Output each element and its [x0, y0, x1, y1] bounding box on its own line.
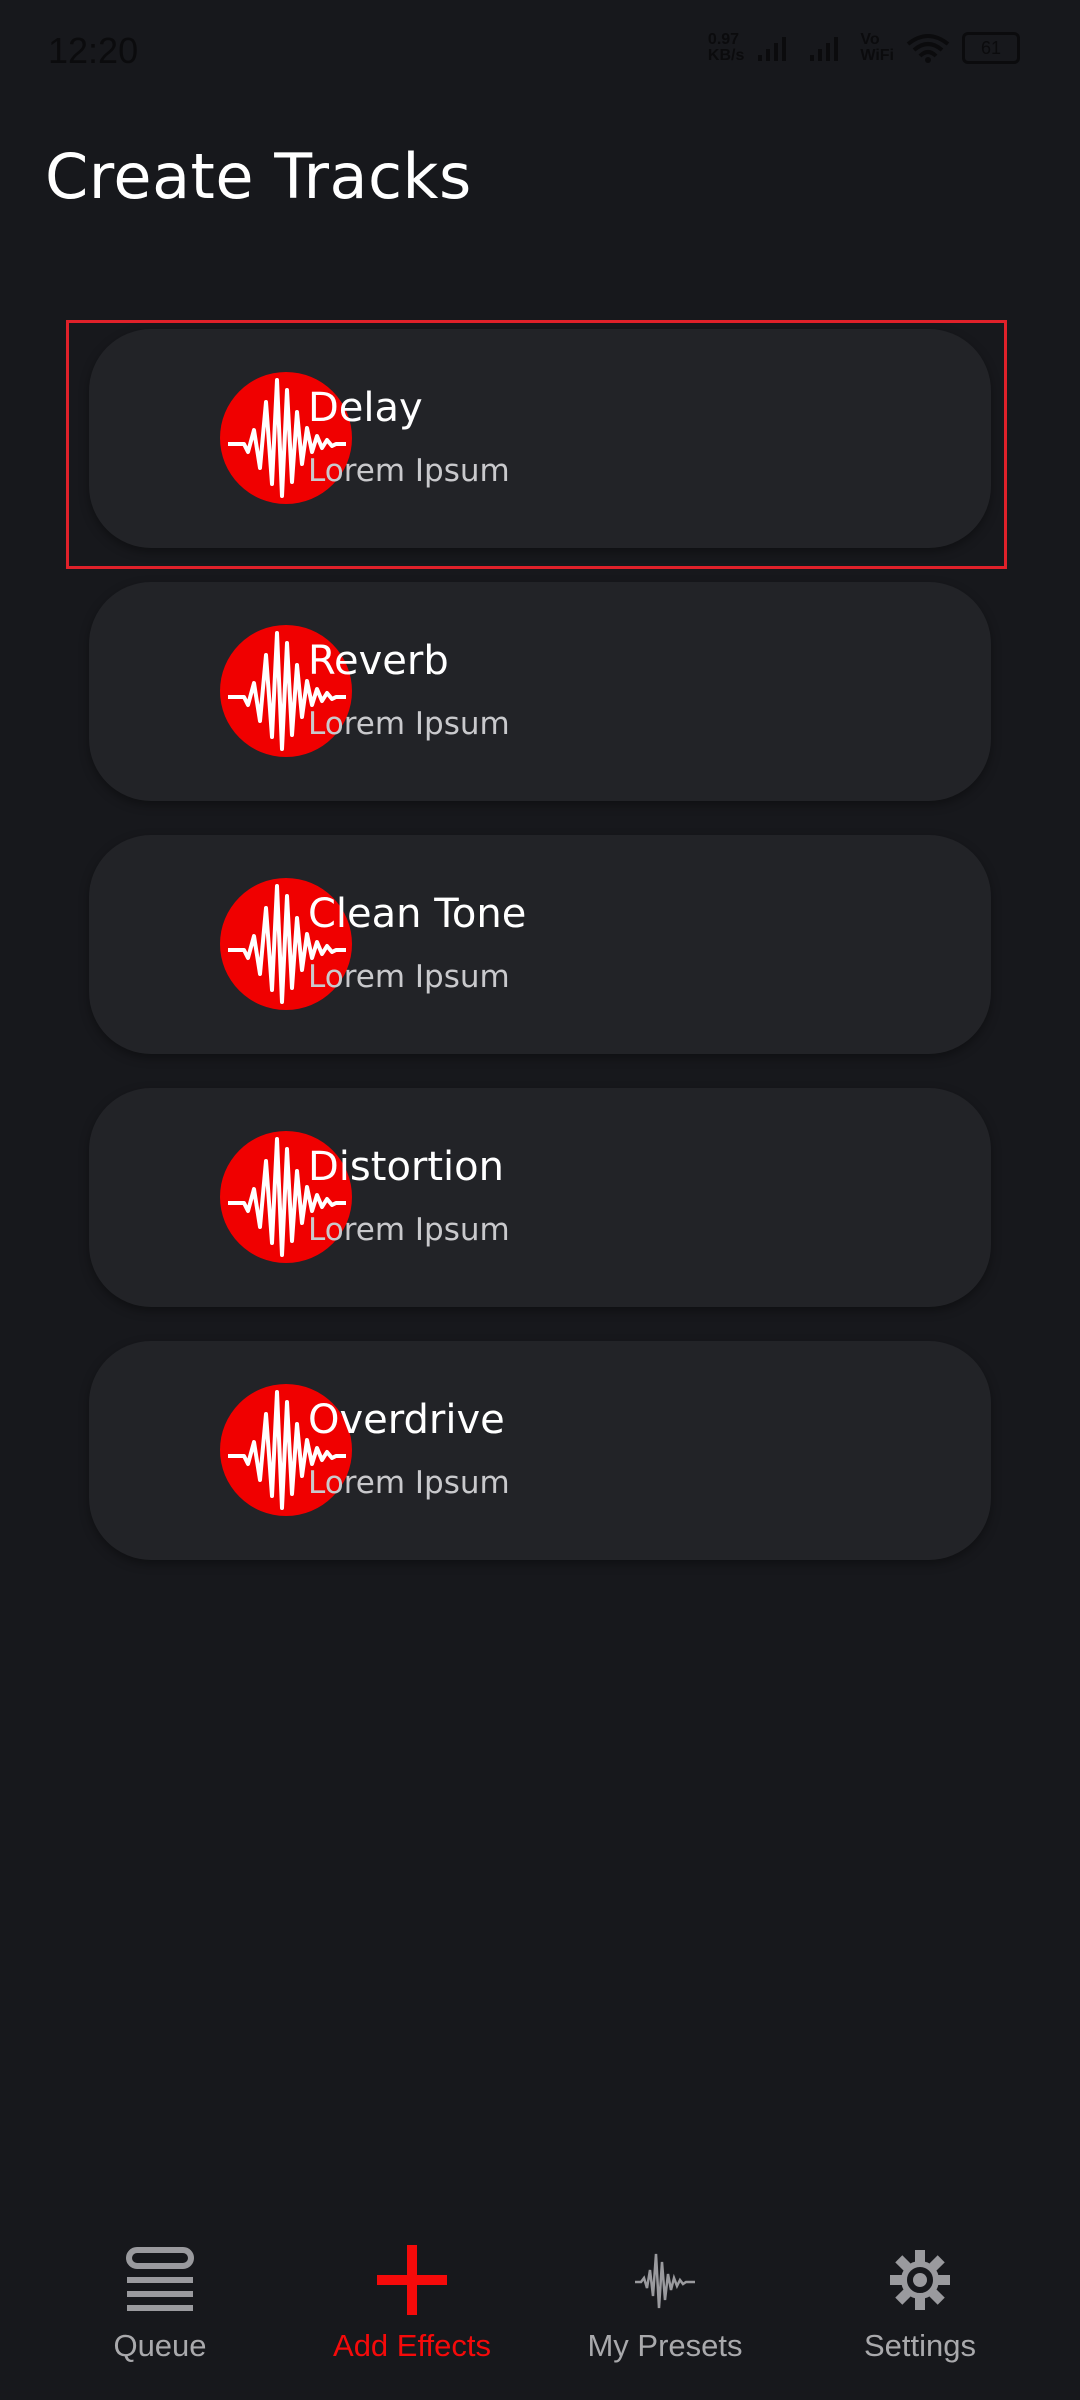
net-speed-unit: KB/s — [707, 47, 745, 64]
effect-name: Reverb — [308, 638, 449, 684]
status-time: 12:20 — [48, 30, 139, 71]
vowifi-top: Vo — [860, 31, 880, 48]
nav-settings[interactable]: Settings — [800, 2240, 1040, 2364]
nav-label: Settings — [863, 2328, 976, 2363]
nav-add-effects[interactable]: Add Effects — [292, 2240, 532, 2364]
nav-label: Add Effects — [333, 2328, 491, 2363]
signal-icon — [758, 37, 787, 61]
effect-card-delay[interactable]: Delay Lorem Ipsum — [89, 329, 991, 548]
nav-label: Queue — [113, 2328, 207, 2363]
effect-subtitle: Lorem Ipsum — [308, 1212, 510, 1248]
waveform-icon — [635, 2253, 695, 2309]
effect-card-clean-tone[interactable]: Clean Tone Lorem Ipsum — [89, 835, 991, 1054]
net-speed: 0.97 KB/s — [708, 32, 744, 64]
bottom-nav: Queue Add Effects My Presets Settings — [0, 2240, 1080, 2400]
nav-my-presets[interactable]: My Presets — [545, 2240, 785, 2364]
effect-name: Delay — [308, 385, 423, 431]
wifi-icon — [906, 34, 950, 63]
gear-icon — [890, 2250, 950, 2310]
effect-subtitle: Lorem Ipsum — [308, 1465, 510, 1501]
status-icons: 0.97 KB/s Vo WiFi 61 — [708, 32, 1020, 64]
effect-subtitle: Lorem Ipsum — [308, 453, 510, 489]
effect-name: Overdrive — [308, 1397, 505, 1443]
nav-label: My Presets — [587, 2328, 743, 2363]
plus-icon — [377, 2245, 447, 2315]
signal-icon-2 — [810, 37, 839, 61]
effect-subtitle: Lorem Ipsum — [308, 959, 510, 995]
vowifi-icon: Vo WiFi — [860, 32, 894, 64]
net-speed-value: 0.97 — [707, 31, 740, 48]
vowifi-bottom: WiFi — [860, 47, 894, 64]
battery-icon: 61 — [962, 32, 1020, 64]
queue-icon — [126, 2247, 194, 2311]
effect-card-distortion[interactable]: Distortion Lorem Ipsum — [89, 1088, 991, 1307]
status-bar: 12:20 0.97 KB/s Vo WiFi 61 — [0, 0, 1080, 100]
effect-subtitle: Lorem Ipsum — [308, 706, 510, 742]
page-title: Create Tracks — [45, 140, 472, 213]
effect-card-overdrive[interactable]: Overdrive Lorem Ipsum — [89, 1341, 991, 1560]
effect-card-reverb[interactable]: Reverb Lorem Ipsum — [89, 582, 991, 801]
effect-name: Distortion — [308, 1144, 504, 1190]
effect-name: Clean Tone — [308, 891, 527, 937]
nav-queue[interactable]: Queue — [40, 2240, 280, 2364]
